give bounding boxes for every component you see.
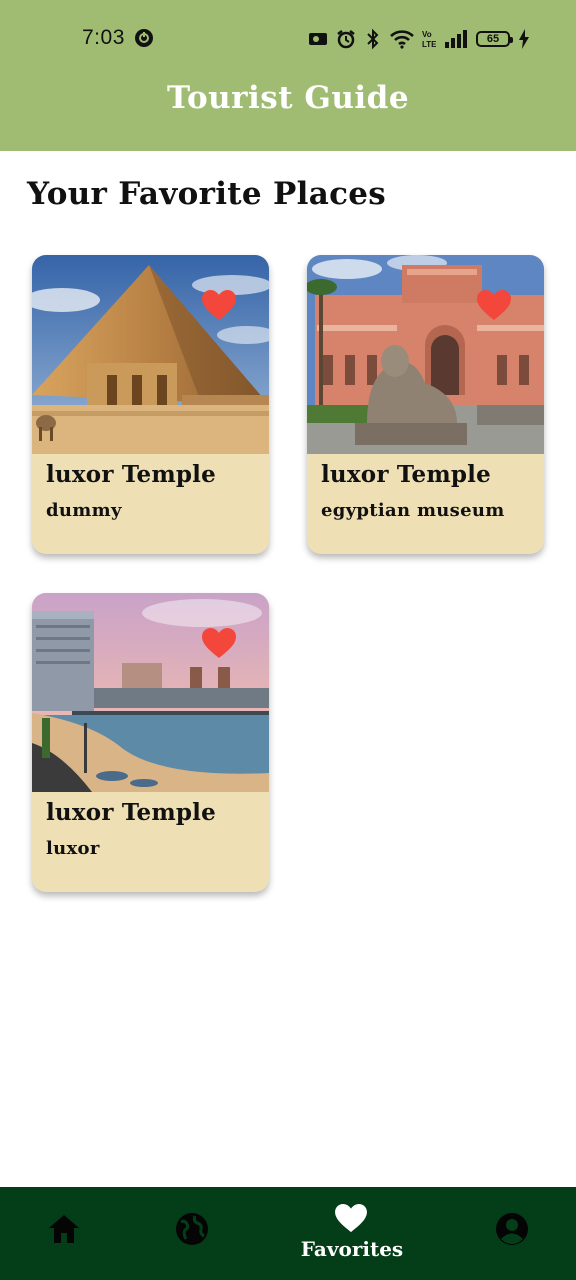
signal-icon	[445, 30, 467, 48]
nav-favorites[interactable]: Favorites	[297, 1187, 407, 1280]
place-image	[307, 255, 544, 454]
favorite-heart-icon[interactable]	[476, 289, 512, 321]
nav-home[interactable]	[30, 1187, 96, 1280]
place-subtitle: dummy	[46, 500, 122, 521]
place-image	[32, 255, 269, 454]
app-notification-icon	[135, 29, 153, 47]
globe-icon	[176, 1213, 208, 1245]
volte-icon: Vo LTE	[422, 30, 436, 49]
egyptian-museum-photo	[307, 255, 544, 454]
favorite-heart-icon[interactable]	[201, 627, 237, 659]
place-card[interactable]: luxor Temple egyptian museum	[307, 255, 544, 554]
status-time: 7:03	[82, 26, 125, 49]
app-title: Tourist Guide	[166, 80, 410, 116]
place-card[interactable]: luxor Temple luxor	[32, 593, 269, 892]
screen-record-icon	[309, 33, 327, 45]
charging-icon	[519, 29, 529, 49]
home-icon	[49, 1215, 79, 1243]
seaside-city-photo	[32, 593, 269, 792]
place-title: luxor Temple	[46, 799, 216, 826]
place-title: luxor Temple	[46, 461, 216, 488]
nav-account[interactable]	[480, 1187, 546, 1280]
nav-explore[interactable]	[160, 1187, 226, 1280]
place-image	[32, 593, 269, 792]
place-title: luxor Temple	[321, 461, 491, 488]
svg-text:Vo: Vo	[422, 30, 432, 39]
account-icon	[496, 1213, 528, 1245]
bluetooth-icon	[367, 28, 379, 50]
status-bar: 7:03 Vo LTE 65	[0, 0, 576, 76]
favorite-heart-icon[interactable]	[201, 289, 237, 321]
nav-favorites-label: Favorites	[300, 1237, 404, 1261]
place-subtitle: luxor	[46, 838, 100, 859]
svg-text:LTE: LTE	[422, 40, 436, 49]
page-title: Your Favorite Places	[27, 176, 387, 212]
alarm-icon	[337, 30, 355, 49]
status-icons: Vo LTE 65	[308, 27, 530, 51]
bottom-navigation: Favorites	[0, 1187, 576, 1280]
battery-indicator: 65	[476, 31, 513, 47]
pyramid-photo	[32, 255, 269, 454]
app-bar: 7:03 Vo LTE 65 Tourist Guide	[0, 0, 576, 151]
heart-icon	[335, 1203, 367, 1233]
place-subtitle: egyptian museum	[321, 500, 505, 521]
place-card[interactable]: luxor Temple dummy	[32, 255, 269, 554]
wifi-icon	[390, 30, 414, 49]
